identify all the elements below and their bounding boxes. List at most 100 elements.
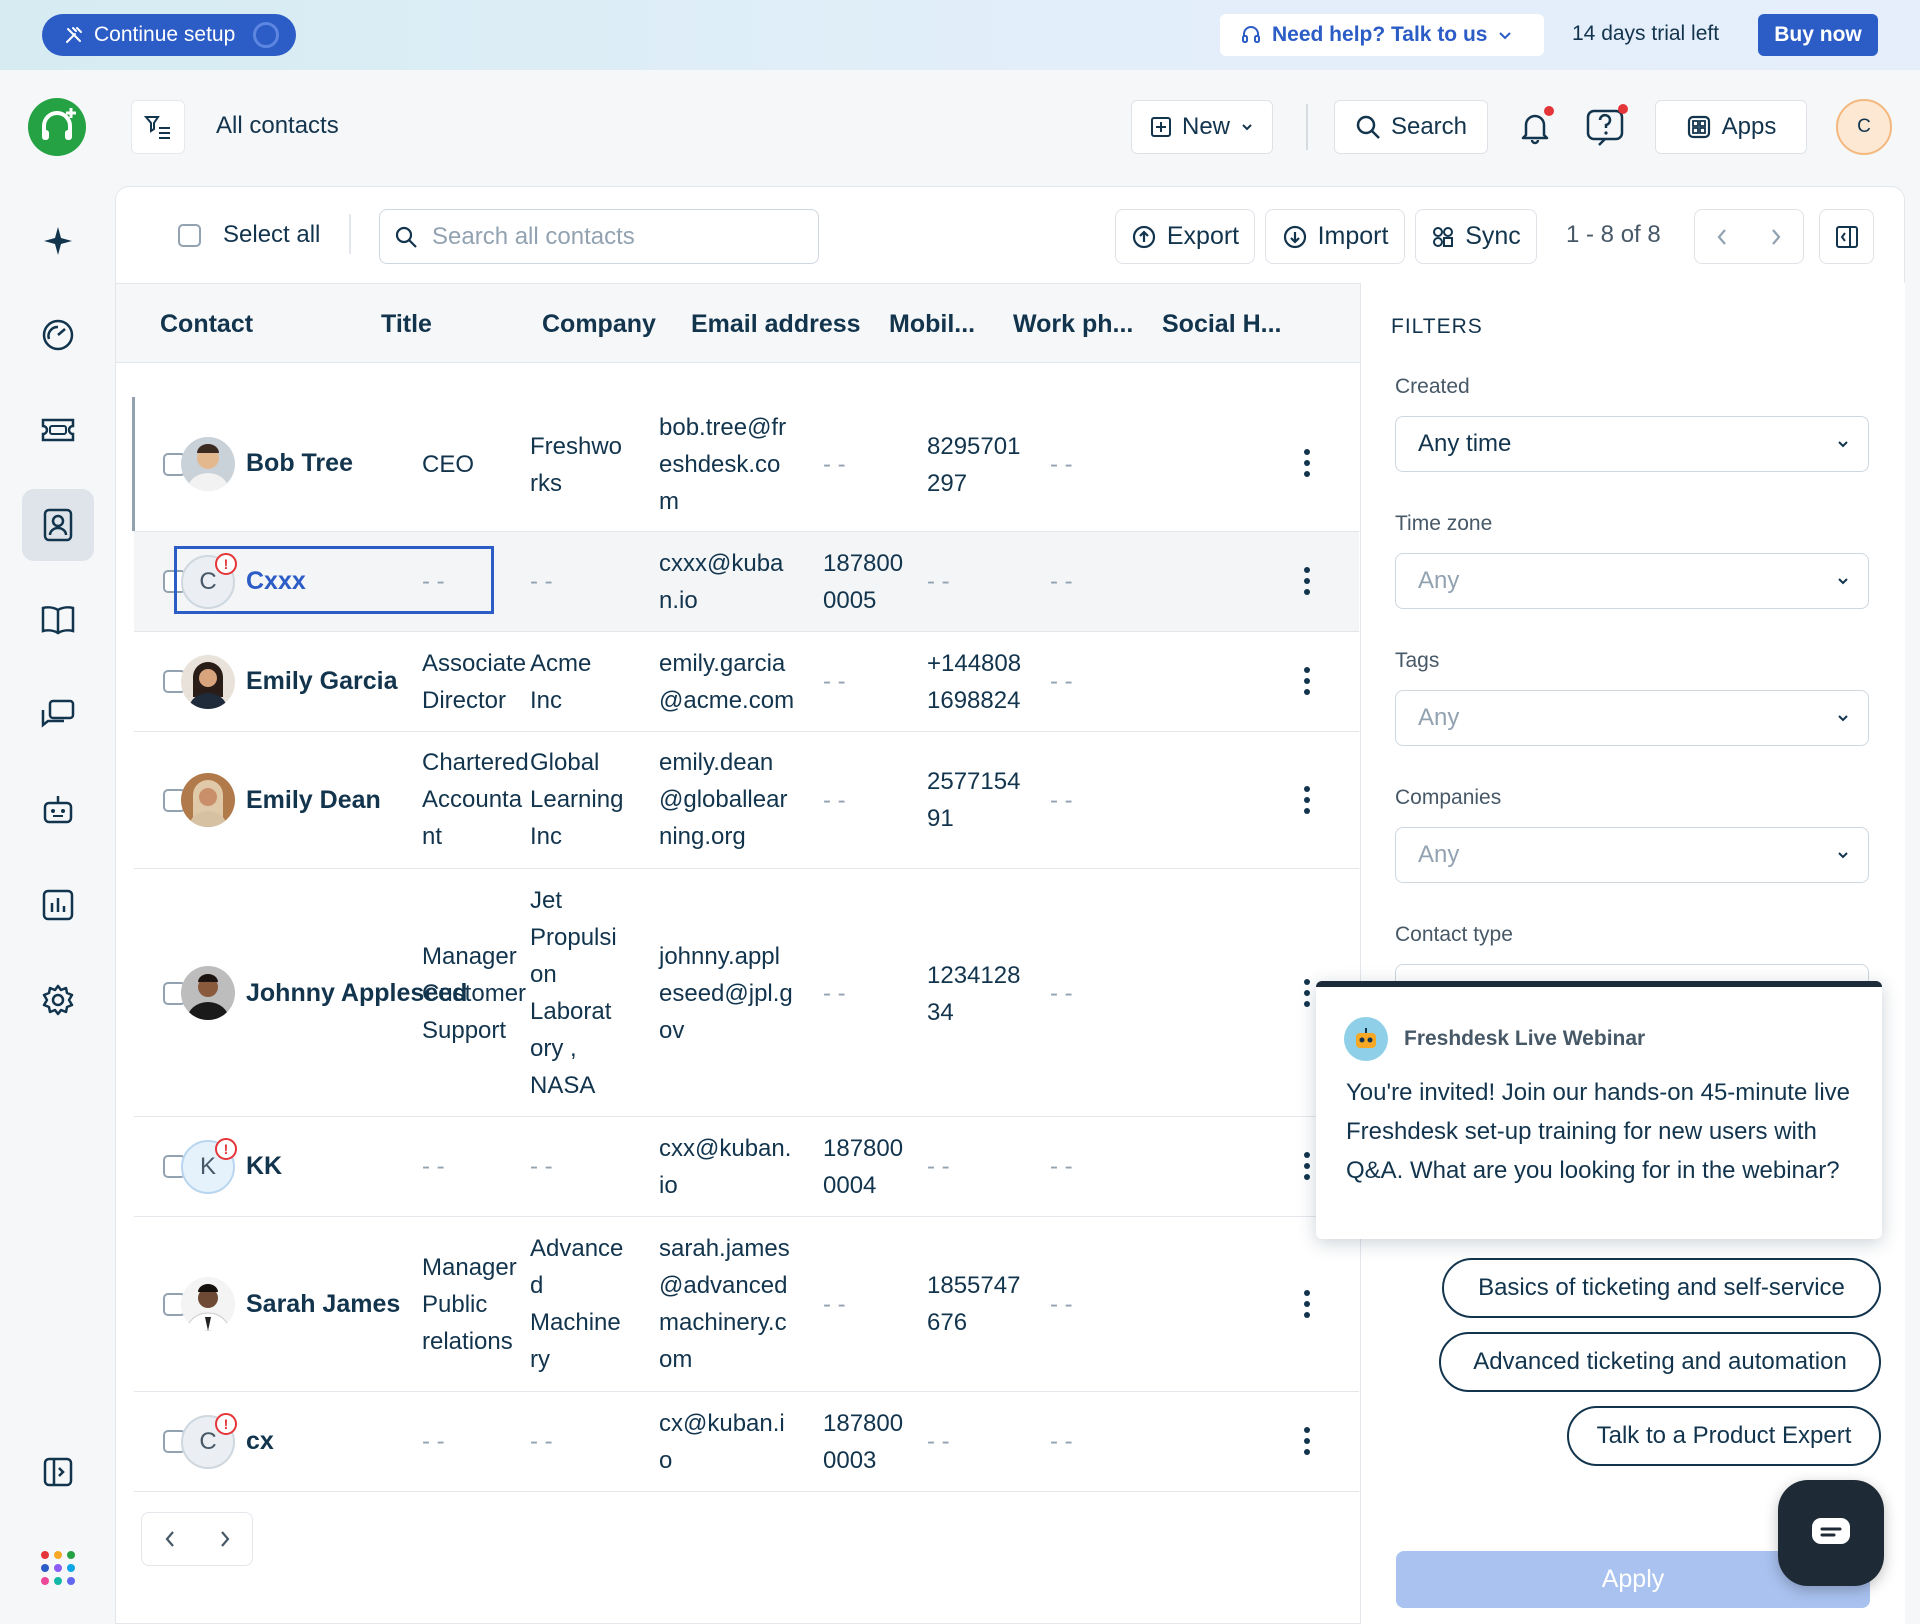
ticket-icon [40, 416, 76, 444]
next-page-button[interactable] [1749, 210, 1803, 263]
sidebar-item-admin[interactable] [22, 964, 94, 1036]
cell-email: sarah.james @advanced machinery.c om [659, 1235, 790, 1373]
global-search-button[interactable]: Search [1334, 100, 1488, 154]
row-actions-button[interactable] [1302, 1427, 1312, 1455]
apps-button[interactable]: Apps [1655, 100, 1807, 154]
cell-email: emily.garcia @acme.com [659, 650, 795, 714]
contact-type-label: Contact type [1395, 923, 1513, 946]
webinar-option-product-expert[interactable]: Talk to a Product Expert [1567, 1406, 1881, 1466]
cell-social: - - [1050, 1153, 1073, 1180]
column-email[interactable]: Email address [691, 310, 861, 339]
row-actions-button[interactable] [1302, 1152, 1312, 1180]
continue-setup-button[interactable]: Continue setup [42, 14, 296, 56]
column-work-phone[interactable]: Work ph... [1013, 310, 1133, 339]
row-actions-button[interactable] [1302, 786, 1312, 814]
search-label: Search [1390, 113, 1468, 140]
created-select[interactable]: Any time [1395, 416, 1869, 472]
contact-name[interactable]: Bob Tree [246, 445, 353, 482]
column-contact[interactable]: Contact [160, 310, 253, 339]
table-row[interactable]: K ! KK - - - - cxx@kuban. io 187800 0004 -… [134, 1117, 1359, 1217]
row-actions-button[interactable] [1302, 449, 1312, 477]
trial-days-left: 14 days trial left [1572, 22, 1720, 45]
row-actions-button[interactable] [1302, 979, 1312, 1007]
cell-mobile: 187800 0004 [823, 1135, 904, 1199]
plus-square-icon [1150, 116, 1172, 138]
sync-button[interactable]: Sync [1415, 209, 1537, 264]
timezone-select[interactable]: Any [1395, 553, 1869, 609]
filter-panel-toggle[interactable] [1819, 209, 1874, 264]
gauge-icon [41, 318, 75, 352]
new-button-label: New [1181, 113, 1230, 140]
companies-select[interactable]: Any [1395, 827, 1869, 883]
chevron-right-icon [218, 1529, 232, 1549]
table-row[interactable]: Emily Dean Chartered Accounta nt Global Lea… [134, 732, 1359, 869]
column-mobile[interactable]: Mobil... [889, 310, 975, 339]
sidebar-expand-toggle[interactable] [22, 1436, 94, 1508]
contact-name[interactable]: Emily Garcia [246, 663, 397, 700]
upload-icon [1131, 224, 1157, 250]
contact-name[interactable]: KK [246, 1148, 282, 1185]
need-help-dropdown[interactable]: Need help? Talk to us [1220, 14, 1544, 56]
sidebar-item-freddy-ai[interactable] [22, 205, 94, 277]
sidebar-item-tickets[interactable] [22, 394, 94, 466]
notifications-button[interactable] [1508, 100, 1562, 154]
new-button[interactable]: New [1131, 100, 1273, 154]
column-title[interactable]: Title [381, 310, 432, 339]
sidebar-item-bots[interactable] [22, 774, 94, 846]
filter-view-toggle[interactable] [131, 100, 185, 154]
timezone-label: Time zone [1395, 512, 1493, 535]
cell-company: - - [530, 568, 553, 595]
prev-page-button[interactable] [142, 1513, 197, 1565]
webinar-option-basics[interactable]: Basics of ticketing and self-service [1442, 1258, 1881, 1318]
user-avatar[interactable]: C [1836, 99, 1892, 155]
row-actions-button[interactable] [1302, 1290, 1312, 1318]
cell-mobile: - - [823, 787, 846, 814]
headset-icon [1240, 24, 1262, 46]
column-social-handle[interactable]: Social H... [1162, 310, 1281, 339]
sidebar-item-knowledge-base[interactable] [22, 584, 94, 656]
help-center-button[interactable] [1578, 100, 1632, 154]
table-row[interactable]: Bob Tree CEO Freshwo rks bob.tree@fr eshde… [132, 397, 1359, 532]
next-page-button[interactable] [197, 1513, 252, 1565]
sidebar-item-contacts[interactable] [22, 489, 94, 561]
prev-page-button[interactable] [1695, 210, 1749, 263]
table-row[interactable]: Johnny Appleseed Manager Customer Support … [134, 869, 1359, 1117]
import-button[interactable]: Import [1265, 209, 1405, 264]
companies-label: Companies [1395, 786, 1502, 809]
continue-setup-label: Continue setup [94, 23, 236, 46]
cell-social: - - [1050, 1428, 1073, 1455]
cell-title: Associate Director [422, 650, 527, 714]
webinar-message: You're invited! Join our hands-on 45-min… [1346, 1079, 1850, 1184]
table-row[interactable]: Sarah James Manager Public relations Advan… [134, 1217, 1359, 1392]
sidebar-item-analytics[interactable] [22, 869, 94, 941]
row-actions-button[interactable] [1302, 567, 1312, 595]
buy-now-button[interactable]: Buy now [1758, 14, 1878, 56]
export-button[interactable]: Export [1115, 209, 1255, 264]
row-actions-button[interactable] [1302, 667, 1312, 695]
contact-name[interactable]: Emily Dean [246, 782, 381, 819]
webinar-popup: Freshdesk Live Webinar You're invited! J… [1316, 981, 1882, 1239]
sidebar-item-dashboard[interactable] [22, 299, 94, 371]
chat-bubble-icon [1809, 1515, 1853, 1551]
cell-title: Manager Public relations [422, 1254, 517, 1355]
chat-launcher-button[interactable] [1778, 1480, 1884, 1586]
column-company[interactable]: Company [542, 310, 656, 339]
select-all-control[interactable]: Select all [178, 221, 320, 249]
cell-mobile: - - [823, 451, 846, 478]
help-dot [1618, 104, 1628, 114]
table-row[interactable]: C ! cx - - - - cx@kuban.i o 187800 0003 - … [134, 1392, 1359, 1492]
sidebar-item-forums[interactable] [22, 679, 94, 751]
cell-company: Acme Inc [530, 650, 592, 714]
contact-name[interactable]: cx [246, 1423, 274, 1460]
tags-select[interactable]: Any [1395, 690, 1869, 746]
bottom-pagination [141, 1512, 253, 1566]
contact-search-input[interactable]: Search all contacts [379, 209, 819, 264]
webinar-option-advanced[interactable]: Advanced ticketing and automation [1439, 1332, 1881, 1392]
question-icon [1585, 108, 1625, 146]
freshdesk-logo[interactable] [28, 98, 86, 156]
cell-company: - - [530, 1153, 553, 1180]
table-row[interactable]: Emily Garcia Associate Director Acme Inc e… [134, 632, 1359, 732]
product-switcher[interactable] [22, 1532, 94, 1604]
contact-name[interactable]: Sarah James [246, 1286, 400, 1323]
select-all-checkbox[interactable] [178, 223, 201, 247]
